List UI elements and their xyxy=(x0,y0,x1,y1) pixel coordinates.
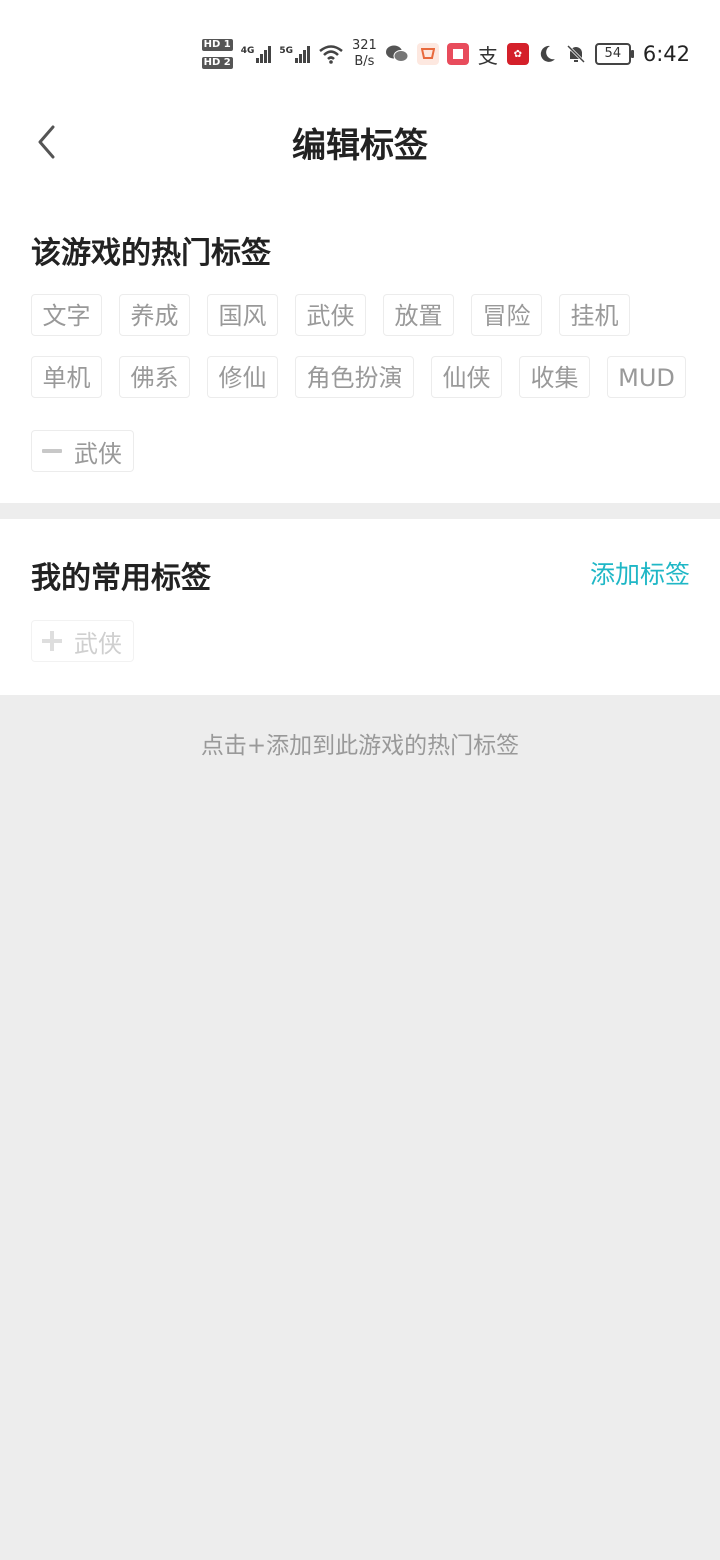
tag-chip[interactable]: 国风 xyxy=(207,294,278,336)
tag-chip[interactable]: 放置 xyxy=(383,294,454,336)
clock: 6:42 xyxy=(642,42,690,66)
my-tags-section: 我的常用标签 添加标签 武侠 xyxy=(0,519,720,695)
add-tag-button[interactable]: 添加标签 xyxy=(590,555,690,591)
hot-tags-section: 该游戏的热门标签 文字 养成 国风 武侠 放置 冒险 挂机 单机 佛系 修仙 角… xyxy=(0,192,720,503)
network-speed: 321 B/s xyxy=(352,38,377,70)
tag-chip[interactable]: 佛系 xyxy=(119,356,190,398)
tag-chip[interactable]: 收集 xyxy=(519,356,590,398)
hd-indicator: HD 1 HD 2 xyxy=(201,39,233,69)
net2-label: 5G xyxy=(279,45,293,56)
wifi-icon xyxy=(319,45,343,64)
tag-chip[interactable]: 养成 xyxy=(119,294,190,336)
tag-chip[interactable]: 仙侠 xyxy=(431,356,502,398)
book-app-icon xyxy=(446,43,469,65)
tag-chip[interactable]: 角色扮演 xyxy=(295,356,414,398)
my-tag-label: 武侠 xyxy=(74,629,122,658)
tag-chip[interactable]: 文字 xyxy=(31,294,102,336)
tag-chip[interactable]: MUD xyxy=(607,356,686,398)
tag-chip[interactable]: 修仙 xyxy=(207,356,278,398)
speed-value: 321 xyxy=(352,38,377,53)
status-bar: HD 1 HD 2 4G 5G 321 B/s 支 ✿ 54 6:42 xyxy=(0,0,720,96)
tag-chip[interactable]: 冒险 xyxy=(471,294,542,336)
tag-chip[interactable]: 挂机 xyxy=(559,294,630,336)
page-title: 编辑标签 xyxy=(292,126,428,166)
app-notification-icon xyxy=(416,43,439,65)
net1-label: 4G xyxy=(240,45,255,56)
red-app-icon: ✿ xyxy=(506,43,529,65)
hot-tags-title: 该游戏的热门标签 xyxy=(31,236,271,271)
hint-text: 点击+添加到此游戏的热门标签 xyxy=(200,733,520,759)
wechat-icon xyxy=(385,45,409,62)
selected-tag-remove[interactable]: 武侠 xyxy=(31,430,134,472)
bell-off-icon xyxy=(566,44,585,64)
speed-unit: B/s xyxy=(354,54,375,69)
plus-icon xyxy=(42,631,62,651)
alipay-icon: 支 xyxy=(477,43,498,68)
tag-chip[interactable]: 武侠 xyxy=(295,294,366,336)
hd2-label: HD 2 xyxy=(201,57,233,69)
signal-5g-icon: 5G xyxy=(279,45,310,63)
hd1-label: HD 1 xyxy=(201,39,233,51)
minus-icon xyxy=(42,441,62,461)
my-tag-add[interactable]: 武侠 xyxy=(31,620,134,662)
moon-icon xyxy=(540,45,555,62)
tag-chip[interactable]: 单机 xyxy=(31,356,102,398)
my-tags-title: 我的常用标签 xyxy=(31,561,211,596)
battery-icon: 54 xyxy=(594,43,634,65)
nav-bar: 编辑标签 xyxy=(0,96,720,192)
signal-4g-icon: 4G xyxy=(240,45,272,63)
selected-tag-label: 武侠 xyxy=(74,439,122,468)
